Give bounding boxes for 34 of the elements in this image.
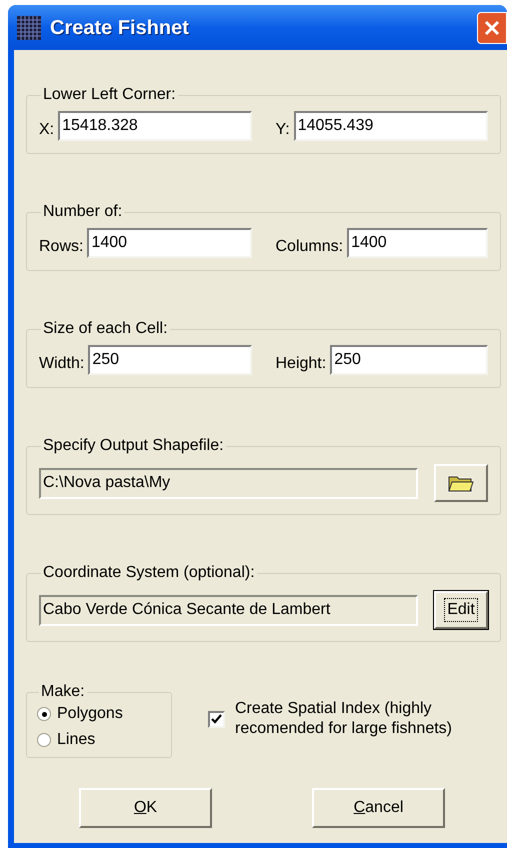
group-label: Coordinate System (optional):: [42, 563, 256, 583]
group-label: Specify Output Shapefile:: [42, 436, 225, 456]
browse-button[interactable]: [434, 464, 488, 502]
dialog-button[interactable]: Cancel: [312, 788, 445, 828]
input-field[interactable]: 250: [330, 345, 488, 375]
close-button[interactable]: [477, 12, 507, 44]
checkbox-label: Create Spatial Index (highly recomended for large fishnets): [235, 699, 453, 739]
group-label: Number of:: [42, 202, 124, 222]
group-label: Size of each Cell:: [42, 319, 169, 339]
radio-option[interactable]: Lines: [37, 728, 161, 752]
field-label: Width:: [39, 354, 84, 374]
field-label: X:: [39, 120, 54, 140]
radio-option[interactable]: Polygons: [37, 702, 161, 726]
radio-button[interactable]: [37, 707, 51, 721]
grid-icon: [16, 14, 42, 40]
field-label: Y:: [276, 120, 290, 140]
checkbox[interactable]: [208, 710, 225, 728]
path-field[interactable]: Cabo Verde Cónica Secante de Lambert: [39, 594, 418, 626]
group-label: Make:: [40, 682, 86, 702]
input-field[interactable]: 250: [88, 345, 252, 375]
input-field[interactable]: 15418.328: [58, 111, 252, 141]
field-label: Height:: [276, 354, 326, 374]
input-field[interactable]: 1400: [347, 228, 488, 258]
input-field[interactable]: 14055.439: [294, 111, 488, 141]
input-field[interactable]: 1400: [87, 228, 252, 258]
dialog-button[interactable]: OK: [79, 788, 212, 828]
radio-button[interactable]: [37, 733, 51, 747]
edit-button[interactable]: Edit: [434, 591, 488, 629]
field-label: Rows:: [39, 237, 84, 257]
group-label: Lower Left Corner:: [42, 85, 177, 105]
close-icon: [483, 18, 501, 36]
field-label: Columns:: [276, 237, 344, 257]
path-field[interactable]: C:\Nova pasta\My: [39, 468, 418, 498]
window-title: Create Fishnet: [50, 16, 190, 40]
